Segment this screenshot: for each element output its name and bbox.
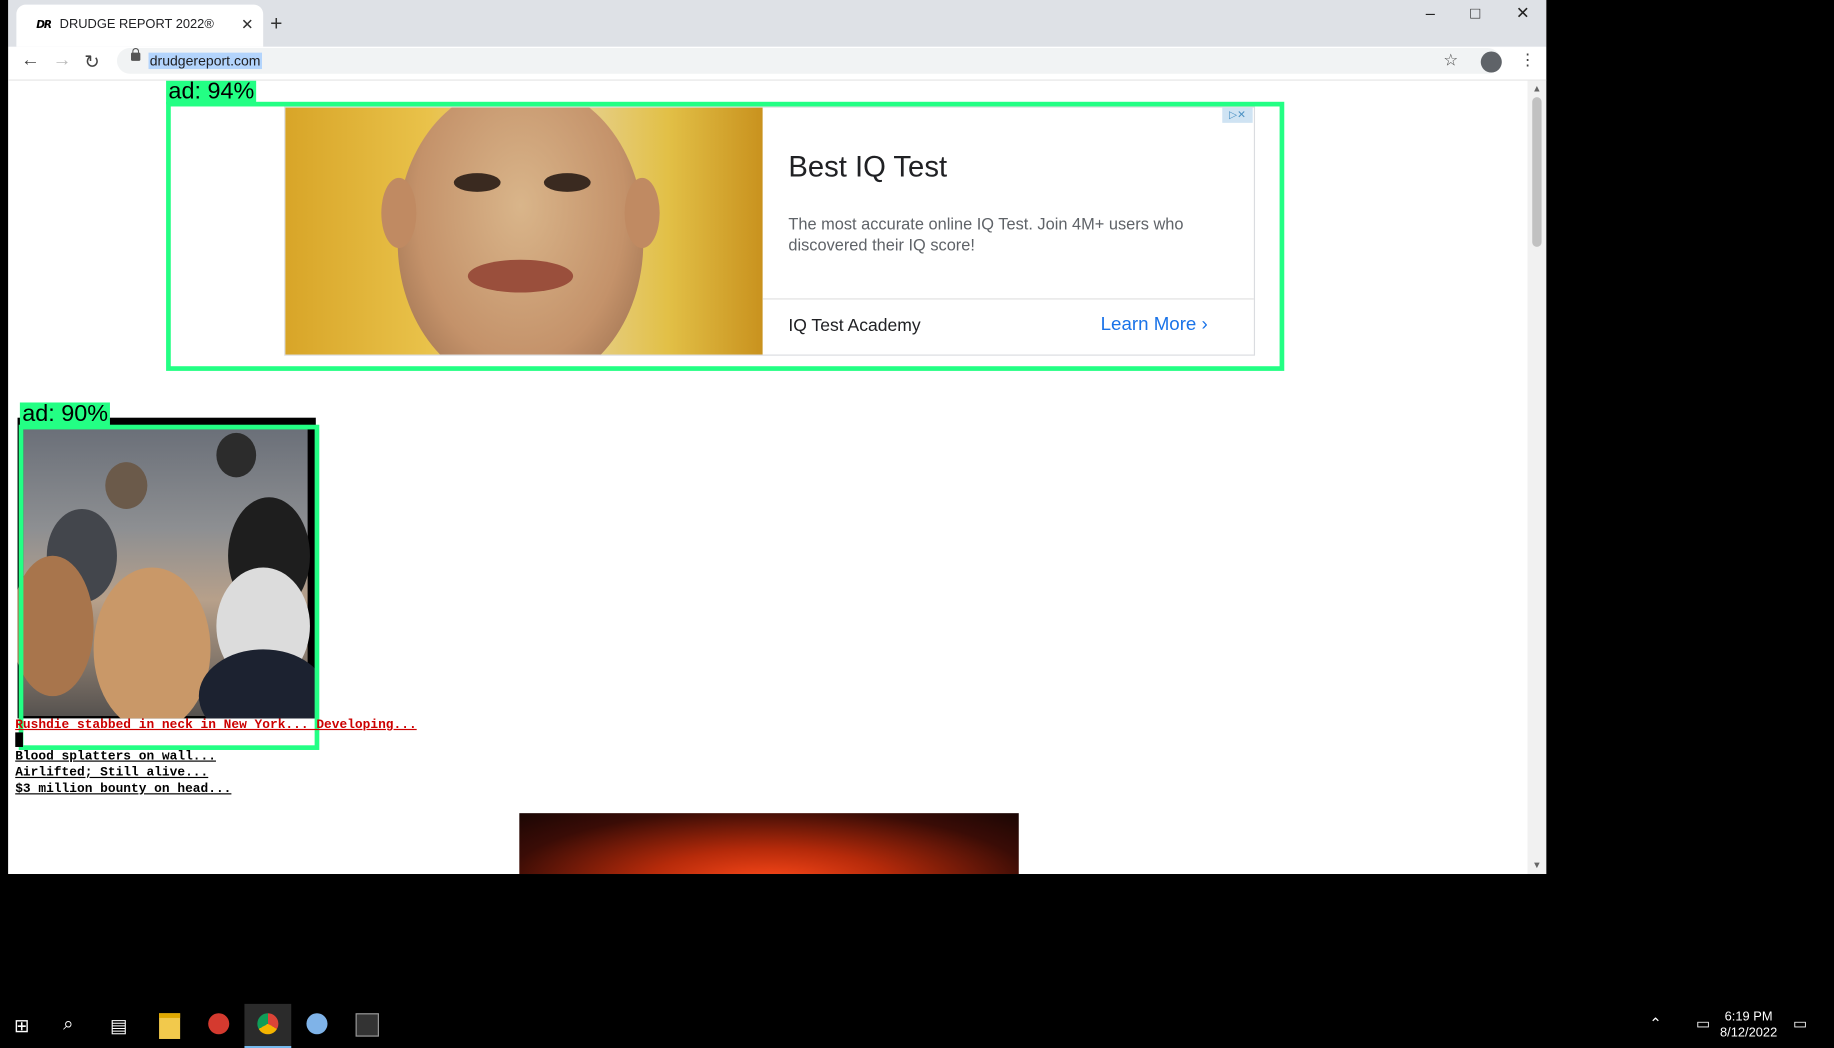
bookmark-star-icon[interactable]: ☆ xyxy=(1443,50,1458,70)
browser-window: DR DRUDGE REPORT 2022® ✕ + – □ ✕ ← → ↻ d… xyxy=(8,0,1547,875)
scroll-up-icon[interactable]: ▲ xyxy=(1532,83,1541,94)
browser-menu-icon[interactable]: ⋮ xyxy=(1519,50,1535,70)
task-view-icon: ▤ xyxy=(109,1016,128,1037)
scroll-down-icon[interactable]: ▼ xyxy=(1532,860,1541,871)
close-tab-icon[interactable]: ✕ xyxy=(241,15,254,34)
page-content: ▷✕ Best IQ Test The most accurate online… xyxy=(8,80,1528,875)
headline-link[interactable]: Airlifted; Still alive... xyxy=(15,766,208,780)
network-icon[interactable]: ▭ xyxy=(1696,1014,1710,1033)
tab-strip: DR DRUDGE REPORT 2022® ✕ + – □ ✕ xyxy=(8,0,1547,47)
url-text[interactable]: drudgereport.com xyxy=(148,52,262,70)
chrome-icon xyxy=(257,1013,279,1035)
photo-detection-label: ad: 90% xyxy=(19,402,111,428)
taskbar-clock[interactable]: 6:19 PM 8/12/2022 xyxy=(1714,1009,1784,1042)
new-tab-button[interactable]: + xyxy=(270,12,282,37)
back-icon[interactable]: ← xyxy=(21,50,40,71)
lock-icon xyxy=(130,47,141,61)
minimize-icon[interactable]: – xyxy=(1426,4,1435,23)
show-hidden-icons-icon[interactable]: ⌃ xyxy=(1649,1014,1662,1033)
task-view-button[interactable]: ▤ xyxy=(96,1004,143,1046)
photo-detection-box xyxy=(18,424,320,750)
profile-avatar-icon[interactable] xyxy=(1480,51,1502,73)
spider-app-button[interactable] xyxy=(195,1004,242,1046)
spider-app-icon xyxy=(208,1013,230,1035)
tab-title: DRUDGE REPORT 2022® xyxy=(59,17,214,32)
search-icon: ⌕ xyxy=(63,1014,74,1035)
terminal-icon xyxy=(355,1013,379,1037)
drudge-favicon-icon: DR xyxy=(36,19,52,32)
ad-detection-label: ad: 94% xyxy=(166,80,257,105)
clock-date: 8/12/2022 xyxy=(1719,1026,1778,1041)
browser-tab[interactable]: DR DRUDGE REPORT 2022® ✕ xyxy=(16,4,264,47)
paint-button[interactable] xyxy=(294,1004,341,1046)
headline-link[interactable]: $3 million bounty on head... xyxy=(15,783,231,797)
scroll-thumb[interactable] xyxy=(1532,97,1542,247)
maximize-icon[interactable]: □ xyxy=(1470,4,1480,23)
terminal-button[interactable] xyxy=(343,1004,390,1046)
page-scrollbar[interactable]: ▲ ▼ xyxy=(1527,80,1547,875)
start-button[interactable]: ⊞ xyxy=(0,1004,47,1046)
chrome-button[interactable] xyxy=(244,1003,292,1048)
file-explorer-button[interactable] xyxy=(146,1004,193,1046)
windows-taskbar: ⊞ ⌕ ▤ ⌃ ▭ 6:19 PM 8/12/2022 ▭ xyxy=(0,1003,1834,1048)
forward-icon[interactable]: → xyxy=(53,50,72,71)
notifications-icon[interactable]: ▭ xyxy=(1793,1014,1807,1033)
reload-icon[interactable]: ↻ xyxy=(84,50,100,73)
paint-icon xyxy=(306,1013,328,1035)
headline-link[interactable]: Blood splatters on wall... xyxy=(15,750,216,764)
windows-logo-icon: ⊞ xyxy=(14,1016,30,1037)
headline-link-partial[interactable]: █ xyxy=(15,734,23,748)
clock-time: 6:19 PM xyxy=(1724,1009,1773,1024)
search-button[interactable]: ⌕ xyxy=(48,1004,95,1046)
browser-toolbar: ← → ↻ drudgereport.com ☆ ⋮ xyxy=(8,46,1547,81)
news-photo-bottom[interactable] xyxy=(519,813,1019,875)
close-window-icon[interactable]: ✕ xyxy=(1516,4,1530,24)
headline-link[interactable]: Rushdie stabbed in neck in New York... D… xyxy=(15,718,416,732)
file-explorer-icon xyxy=(159,1013,181,1039)
address-bar[interactable]: drudgereport.com ☆ xyxy=(116,47,1501,74)
ad-detection-box xyxy=(166,101,1285,371)
